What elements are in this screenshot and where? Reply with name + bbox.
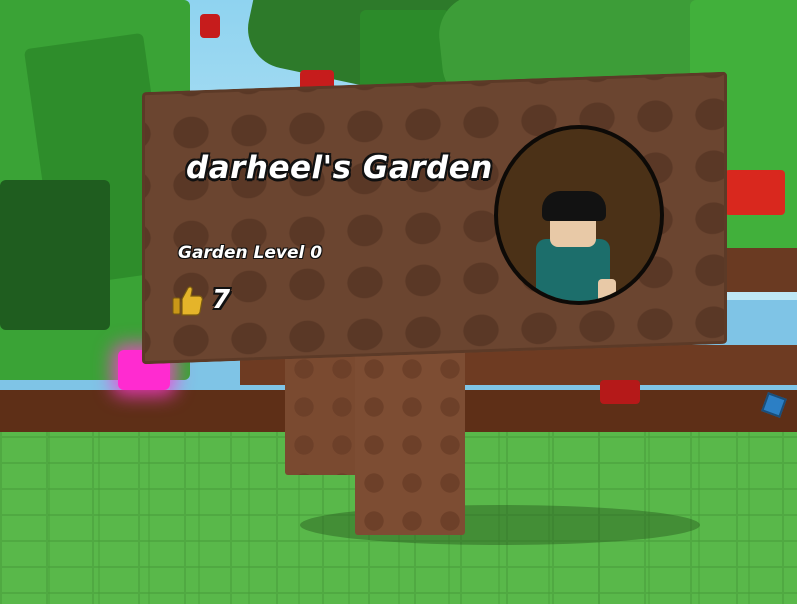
red-fruit [725, 170, 785, 215]
foliage-dark [0, 180, 110, 330]
game-scene: darheel's Garden Garden Level 0 7 [0, 0, 797, 604]
garden-fence-rail [720, 248, 797, 292]
sign-post-right [355, 350, 465, 535]
likes-row[interactable]: 7 [170, 282, 230, 318]
avatar-hair [542, 191, 606, 221]
likes-count: 7 [212, 285, 231, 315]
garden-title: darheel's Garden [186, 150, 493, 186]
red-plant [600, 380, 640, 404]
thumbs-up-icon[interactable] [170, 283, 204, 317]
red-fruit [200, 14, 220, 38]
sign-post-left [285, 350, 365, 475]
owner-avatar-frame [494, 125, 664, 305]
garden-level: Garden Level 0 [178, 243, 323, 263]
